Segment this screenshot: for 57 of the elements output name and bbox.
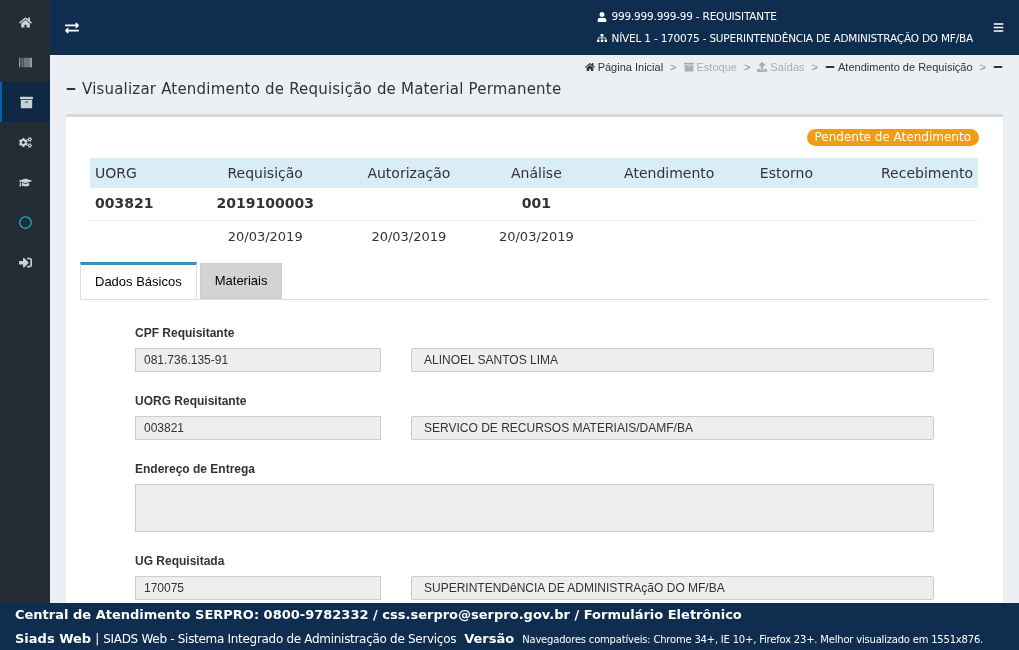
breadcrumb-separator: > xyxy=(670,60,677,75)
table-cell: 2019100003 xyxy=(216,195,314,212)
field-label: UORG Requisitante xyxy=(135,393,248,410)
app-name: Siads Web xyxy=(15,629,92,648)
breadcrumb-separator: > xyxy=(743,60,751,75)
gears-icon xyxy=(18,135,32,149)
code-field[interactable]: 081.736.135-91 xyxy=(135,348,381,372)
user-text: 999.999.999-99 - REQUISITANTE xyxy=(611,8,777,24)
app-full-name: SIADS Web - Sistema Integrado de Administração de Serviços xyxy=(103,630,457,648)
name-field[interactable]: ALINOEL SANTOS LIMA xyxy=(411,348,934,372)
name-field[interactable]: SERVICO DE RECURSOS MATERIAIS/DAMF/BA xyxy=(411,416,934,440)
tab[interactable]: Dados Básicos xyxy=(80,262,197,299)
home-icon xyxy=(18,15,32,29)
field-label: CPF Requisitante xyxy=(135,325,236,342)
menu-button[interactable] xyxy=(993,22,1004,33)
unit-text: NÍVEL 1 - 170075 - SUPERINTENDÊNCIA DE ADMINISTRAÇÃO DO MF/BA xyxy=(611,30,973,46)
barcode-icon xyxy=(18,55,32,69)
column-header: Recebimento xyxy=(831,158,978,188)
breadcrumb-link[interactable]: Atendimento de Requisição xyxy=(825,59,973,76)
sign-in-icon xyxy=(18,255,32,269)
breadcrumb-separator: > xyxy=(811,60,819,75)
archive-icon xyxy=(19,95,33,109)
table-cell: 20/03/2019 xyxy=(498,228,574,244)
table-cell: 001 xyxy=(521,195,551,212)
sidebar-item[interactable] xyxy=(0,82,50,122)
upload-icon xyxy=(757,62,768,73)
archive-icon xyxy=(683,62,694,73)
address-field[interactable] xyxy=(135,484,934,532)
table-cell: 20/03/2019 xyxy=(227,228,303,244)
user-icon xyxy=(596,11,607,22)
status-badge: Pendente de Atendimento xyxy=(806,129,979,146)
sitemap-icon xyxy=(596,33,607,44)
field-label: UG Requisitada xyxy=(135,553,226,570)
contact-text: Central de Atendimento SERPRO: 0800-9782332 / css.serpro@serpro.gov.br / Formulário Eletrônico xyxy=(15,606,743,624)
swap-icon xyxy=(65,20,79,35)
column-header: Atendimento xyxy=(597,158,742,188)
column-header: Estorno xyxy=(741,158,832,188)
menu-icon xyxy=(993,22,1004,33)
code-field[interactable]: 003821 xyxy=(135,416,381,440)
column-header: Requisição xyxy=(188,158,343,188)
column-header: Análise xyxy=(475,158,598,188)
code-field[interactable]: 170075 xyxy=(135,576,381,600)
version-label: Versão xyxy=(464,629,515,648)
table-cell: 20/03/2019 xyxy=(371,228,447,244)
toggle-button[interactable] xyxy=(65,20,79,35)
browsers-note: Navegadores compatíveis: Chrome 34+, IE 10+, Firefox 23+. Melhor visualizado em 1551x876. xyxy=(522,632,984,647)
tab[interactable]: Materiais xyxy=(199,263,283,299)
separator-text: | xyxy=(95,630,100,648)
page-title: Visualizar Atendimento de Requisição de Material Permanente xyxy=(82,78,562,100)
field-label: Endereço de Entrega xyxy=(135,461,257,478)
name-field[interactable]: SUPERINTENDêNCIA DE ADMINISTRAçãO DO MF/BA xyxy=(411,576,934,600)
table-cell: 003821 xyxy=(95,195,154,212)
column-header: UORG xyxy=(90,158,189,188)
home-icon xyxy=(584,62,595,73)
breadcrumb-link[interactable]: Página Inicial xyxy=(584,59,664,76)
breadcrumb-separator: > xyxy=(979,60,986,75)
column-header: Autorização xyxy=(342,158,476,188)
